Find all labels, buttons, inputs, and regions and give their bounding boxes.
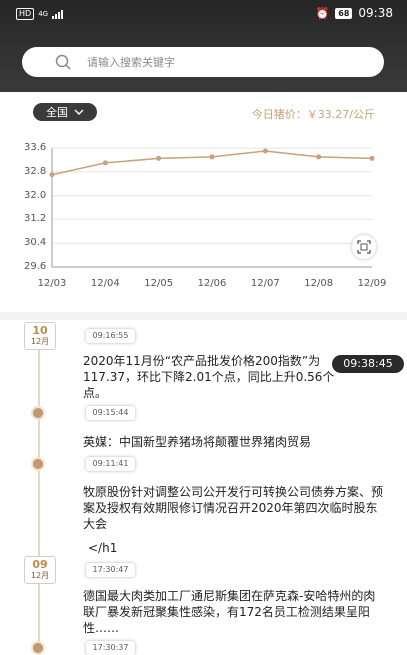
time-tag: 09:15:44 (86, 406, 135, 420)
fullscreen-icon (357, 240, 371, 254)
date-badge: 10 12月 (24, 322, 56, 350)
time-tag: 17:30:47 (86, 563, 135, 577)
y-tick-label: 32.8 (24, 165, 47, 177)
x-tick-label: 12/05 (144, 278, 174, 289)
date-day: 09 (32, 558, 48, 571)
y-tick-label: 29.6 (24, 261, 47, 272)
fullscreen-button[interactable] (352, 235, 376, 259)
timeline-line (38, 338, 40, 654)
news-item[interactable]: 英媒：中国新型养猪场将颠覆世界猪肉贸易 (83, 434, 383, 450)
timeline-dot (33, 643, 43, 653)
x-tick-label: 12/07 (250, 278, 280, 289)
date-month: 12月 (30, 337, 50, 346)
data-point (209, 154, 215, 160)
x-tick-label: 12/09 (357, 278, 387, 289)
news-item[interactable]: </h1 (88, 540, 388, 556)
timeline-dot (33, 408, 43, 418)
x-tick-label: 12/08 (304, 278, 334, 289)
time-tag: 17:30:37 (86, 641, 135, 655)
time-tag: 09:16:55 (86, 329, 135, 343)
data-point (156, 155, 162, 161)
price-chart (49, 147, 375, 268)
data-point (316, 154, 322, 160)
y-tick-label: 31.2 (24, 213, 47, 225)
news-item[interactable]: 2020年11月份“农产品批发价格200指数”为117.37，环比下降2.01个… (83, 353, 343, 401)
section-divider (0, 312, 407, 320)
data-point (262, 148, 268, 154)
y-tick-label: 32.0 (24, 189, 47, 201)
timeline-dot (33, 459, 43, 469)
y-tick-label: 33.6 (24, 142, 47, 153)
news-item[interactable]: 德国最大肉类加工厂通尼斯集团在萨克森-安哈特州的肉联厂暴发新冠聚集性感染，有17… (83, 588, 383, 636)
data-point (369, 155, 375, 161)
date-badge: 09 12月 (24, 556, 56, 584)
x-tick-label: 12/06 (197, 278, 227, 289)
date-day: 10 (32, 324, 48, 337)
y-tick-label: 30.4 (24, 237, 47, 249)
floating-time: 09:38:45 (332, 355, 404, 373)
news-item[interactable]: 牧原股份针对调整公司公开发行可转换公司债券方案、预案及授权有效期限修订情况召开2… (83, 484, 383, 532)
x-tick-label: 12/04 (90, 278, 120, 289)
date-month: 12月 (30, 571, 50, 580)
data-point (102, 160, 108, 166)
time-tag: 09:11:41 (86, 457, 135, 471)
x-tick-label: 12/03 (37, 278, 67, 289)
